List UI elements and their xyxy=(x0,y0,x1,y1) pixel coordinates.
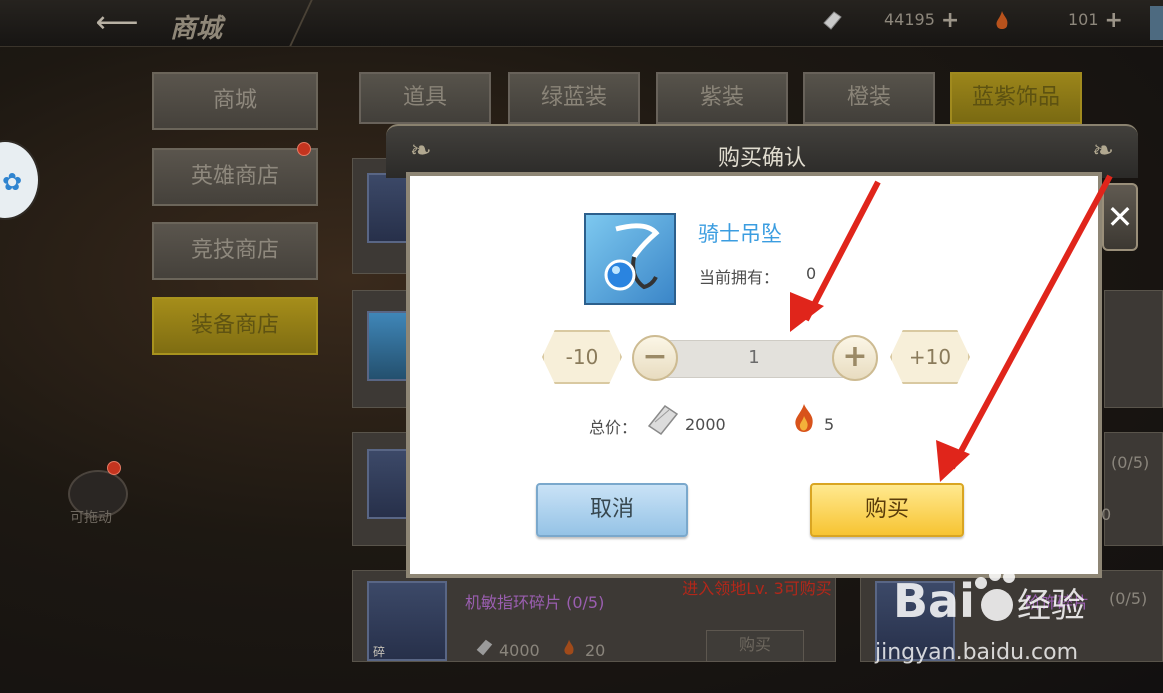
sidebar-item-equipment-shop[interactable]: 装备商店 xyxy=(152,297,318,355)
tab-blue-purple-accessories[interactable]: 蓝紫饰品 xyxy=(950,72,1082,124)
item-pendant-icon xyxy=(584,213,676,305)
fire-icon xyxy=(564,639,574,655)
sidebar-item-shop[interactable]: 商城 xyxy=(152,72,318,130)
notification-dot xyxy=(297,142,311,156)
shop-card[interactable] xyxy=(352,290,431,408)
total-label: 总价： xyxy=(589,418,638,437)
fire-resource xyxy=(990,8,1014,32)
buy-button-disabled[interactable]: 购买 xyxy=(706,630,804,662)
gem-count-group: 44195 + xyxy=(884,8,959,32)
item-count: (0/5) xyxy=(1111,453,1150,472)
cancel-button[interactable]: 取消 xyxy=(536,483,688,537)
close-icon[interactable]: ✕ xyxy=(1102,183,1138,251)
top-bar: ⟵ 商城 44195 + 101 + xyxy=(0,0,1163,47)
item-gem-price: 4000 xyxy=(499,641,540,660)
shop-card[interactable] xyxy=(1104,290,1163,408)
gem-resource xyxy=(820,8,844,32)
tab-items[interactable]: 道具 xyxy=(359,72,491,124)
buy-button[interactable]: 购买 xyxy=(810,483,964,537)
quantity-value: 1 xyxy=(748,347,760,368)
dialog-title: 购买确认 xyxy=(717,146,806,171)
drag-label: 可拖动 xyxy=(70,510,112,526)
gem-count: 44195 xyxy=(884,10,935,29)
fire-count-group: 101 + xyxy=(1068,8,1123,32)
tab-orange-gear[interactable]: 橙装 xyxy=(803,72,935,124)
tab-purple-gear[interactable]: 紫装 xyxy=(656,72,788,124)
item-fire-price: 20 xyxy=(585,641,606,660)
fire-icon xyxy=(996,10,1008,29)
mail-icon[interactable] xyxy=(1150,6,1163,40)
baidu-logo: Bai 经验 xyxy=(893,569,1085,628)
floating-assistant-icon[interactable]: ✿ xyxy=(0,140,40,220)
item-count: (0/5) xyxy=(1109,589,1148,608)
back-arrow-icon[interactable]: ⟵ xyxy=(92,6,142,40)
sidebar-item-arena-shop[interactable]: 竞技商店 xyxy=(152,222,318,280)
dialog-header: ❧ ❧ 购买确认 xyxy=(386,124,1138,178)
level-requirement: 进入领地Lv. 3可购买 xyxy=(682,579,832,598)
pendant-icon xyxy=(604,223,660,291)
fire-count: 101 xyxy=(1068,10,1099,29)
item-price: 0 xyxy=(1101,505,1112,524)
gem-icon xyxy=(823,10,842,30)
watermark-url: jingyan.baidu.com xyxy=(875,640,1079,665)
total-fire-price: 5 xyxy=(824,415,835,434)
minus-icon[interactable]: − xyxy=(632,335,678,381)
owned-label: 当前拥有： xyxy=(699,268,780,287)
item-name: 骑士吊坠 xyxy=(698,222,782,246)
owned-value: 0 xyxy=(806,264,817,283)
quantity-display: 1 xyxy=(654,340,854,378)
sidebar-item-hero-shop[interactable]: 英雄商店 xyxy=(152,148,318,206)
shop-card[interactable] xyxy=(352,432,431,546)
add-fire-button[interactable]: + xyxy=(1105,8,1123,33)
fire-icon xyxy=(795,404,813,432)
minus-10-button[interactable]: -10 xyxy=(542,330,622,384)
plus-10-button[interactable]: +10 xyxy=(890,330,970,384)
plus-icon[interactable]: + xyxy=(832,335,878,381)
title-decoration xyxy=(139,0,313,46)
add-gem-button[interactable]: + xyxy=(941,8,959,33)
baidu-watermark: Bai 经验 xyxy=(893,565,1103,641)
gem-icon xyxy=(476,639,493,656)
tab-green-blue-gear[interactable]: 绿蓝装 xyxy=(508,72,640,124)
item-name: 机敏指环碎片 (0/5) xyxy=(465,593,605,612)
gem-icon xyxy=(647,404,679,436)
shard-badge: 碎 xyxy=(373,645,386,659)
page-title: 商城 xyxy=(170,14,223,44)
total-gem-price: 2000 xyxy=(685,415,726,434)
shop-card[interactable]: (0/5) 0 xyxy=(1101,432,1163,546)
svg-text:Bai: Bai xyxy=(893,574,975,628)
svg-text:经验: 经验 xyxy=(1017,586,1085,626)
notification-dot xyxy=(107,461,121,475)
